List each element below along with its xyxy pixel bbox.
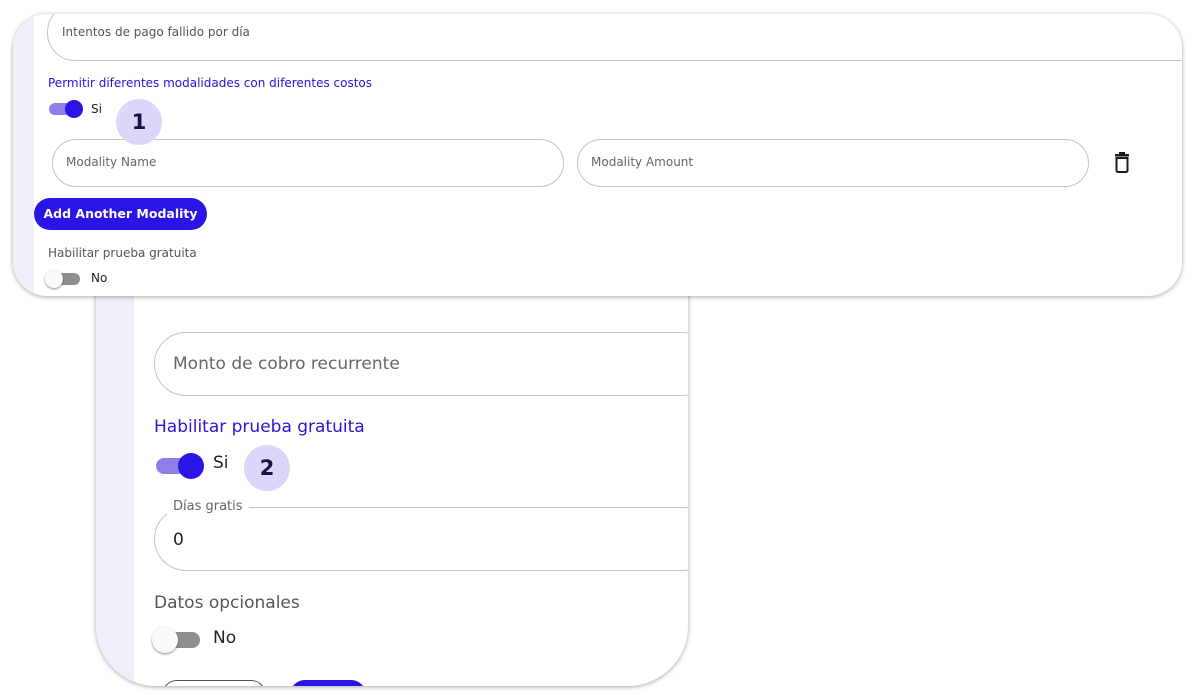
toggle-knob — [45, 270, 63, 288]
side-strip — [13, 14, 34, 296]
save-button-stub[interactable] — [290, 680, 366, 686]
modalities-toggle-label: Si — [91, 102, 102, 116]
optional-data-toggle[interactable] — [152, 627, 204, 653]
free-trial-settings-panel: Monto de cobro recurrente Habilitar prue… — [96, 250, 688, 686]
free-trial-title: Habilitar prueba gratuita — [154, 417, 365, 437]
modality-name-placeholder: Modality Name — [66, 155, 157, 169]
optional-data-title: Datos opcionales — [154, 593, 300, 613]
free-days-input[interactable]: Días gratis 0 — [154, 499, 688, 571]
modalities-title: Permitir diferentes modalidades con dife… — [48, 76, 373, 90]
failed-attempts-placeholder: Intentos de pago fallido por día — [62, 25, 250, 39]
step-badge-2: 2 — [244, 445, 290, 491]
delete-modality-button[interactable] — [1113, 151, 1131, 173]
side-strip — [96, 250, 134, 686]
free-days-label: Días gratis — [167, 499, 249, 514]
cancel-button-stub[interactable] — [162, 680, 266, 686]
modality-name-input[interactable]: Modality Name — [52, 139, 564, 187]
toggle-knob — [65, 100, 83, 118]
toggle-switch-off[interactable] — [152, 627, 204, 653]
modality-amount-input[interactable]: Modality Amount — [577, 139, 1089, 187]
free-trial-title: Habilitar prueba gratuita — [48, 246, 197, 260]
modalities-toggle[interactable] — [49, 100, 83, 118]
failed-attempts-input[interactable]: Intentos de pago fallido por día — [47, 14, 1182, 61]
modality-amount-placeholder: Modality Amount — [591, 155, 694, 169]
toggle-switch-off[interactable] — [45, 270, 83, 288]
free-days-value: 0 — [173, 530, 184, 550]
free-trial-toggle-label: Si — [213, 453, 229, 473]
free-trial-toggle[interactable] — [45, 270, 83, 288]
add-modality-button[interactable]: Add Another Modality — [34, 198, 207, 230]
toggle-knob — [178, 453, 204, 479]
free-trial-toggle-label: No — [91, 271, 108, 285]
recurring-amount-input[interactable]: Monto de cobro recurrente — [154, 332, 688, 396]
toggle-knob — [152, 627, 178, 653]
modalities-settings-panel: Intentos de pago fallido por día Permiti… — [13, 14, 1182, 296]
recurring-amount-placeholder: Monto de cobro recurrente — [173, 354, 400, 374]
step-badge-1: 1 — [116, 99, 162, 145]
trash-icon — [1115, 152, 1129, 173]
toggle-switch-on[interactable] — [49, 100, 83, 118]
free-trial-toggle[interactable] — [156, 453, 204, 479]
toggle-switch-on[interactable] — [156, 453, 204, 479]
optional-data-toggle-label: No — [213, 628, 237, 648]
back-panel-content: Monto de cobro recurrente Habilitar prue… — [134, 250, 688, 686]
